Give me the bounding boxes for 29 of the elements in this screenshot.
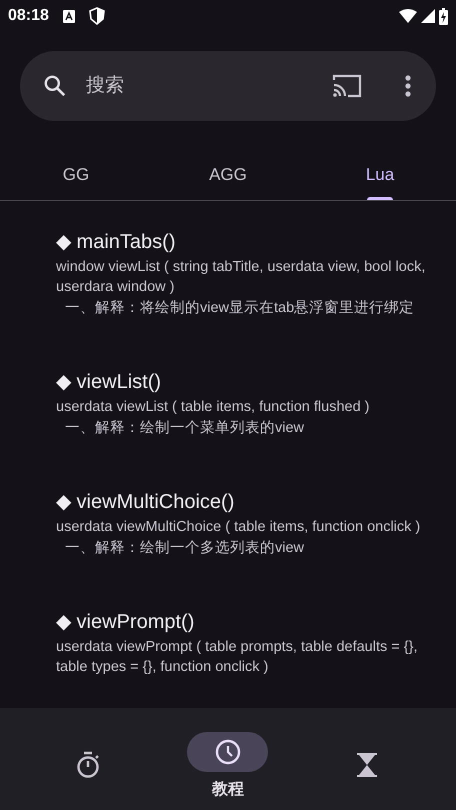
search-field[interactable]: 搜索 — [86, 72, 332, 100]
clock-icon — [214, 739, 241, 765]
wifi-icon — [399, 9, 417, 23]
search-icon — [42, 73, 68, 99]
battery-icon — [439, 8, 448, 24]
function-signature: userdata viewMultiChoice ( table items, function onclick ) — [56, 518, 422, 537]
function-signature: userdata viewPrompt ( table prompts, table defaults = {}, table types = {}, function onclick ) — [56, 638, 418, 677]
app-notification-icon — [62, 10, 75, 22]
function-explanation: 一、解释：绘制一个菜单列表的view — [64, 419, 306, 438]
function-title: ◆ mainTabs() — [56, 230, 176, 255]
signal-icon — [421, 9, 435, 23]
tab[interactable]: AGG — [152, 150, 304, 200]
function-signature: window viewList ( string tabTitle, userdata view, bool lock, userdara window ) — [56, 258, 426, 297]
cast-icon[interactable] — [332, 74, 362, 98]
search-bar[interactable]: 搜索 — [20, 51, 436, 121]
function-title: ◆ viewPrompt() — [56, 610, 196, 635]
function-explanation: 一、解释：绘制一个多选列表的view — [64, 539, 306, 558]
tab[interactable]: GG — [0, 150, 152, 200]
function-explanation: 一、解释：将绘制的view显示在tab悬浮窗里进行绑定 — [64, 298, 416, 318]
function-title: ◆ viewMultiChoice() — [56, 490, 236, 515]
more-options-icon[interactable] — [404, 75, 412, 97]
function-signature: userdata viewList ( table items, function flushed ) — [56, 398, 371, 417]
hourglass-icon — [356, 753, 378, 777]
tab[interactable]: Lua — [304, 150, 456, 200]
nav-label[interactable]: 教程 — [212, 778, 244, 802]
function-title: ◆ viewList() — [56, 370, 162, 395]
status-time: 08:18 — [8, 6, 49, 26]
nav-tab-pill[interactable] — [187, 732, 268, 772]
shield-notification-icon — [88, 7, 105, 25]
